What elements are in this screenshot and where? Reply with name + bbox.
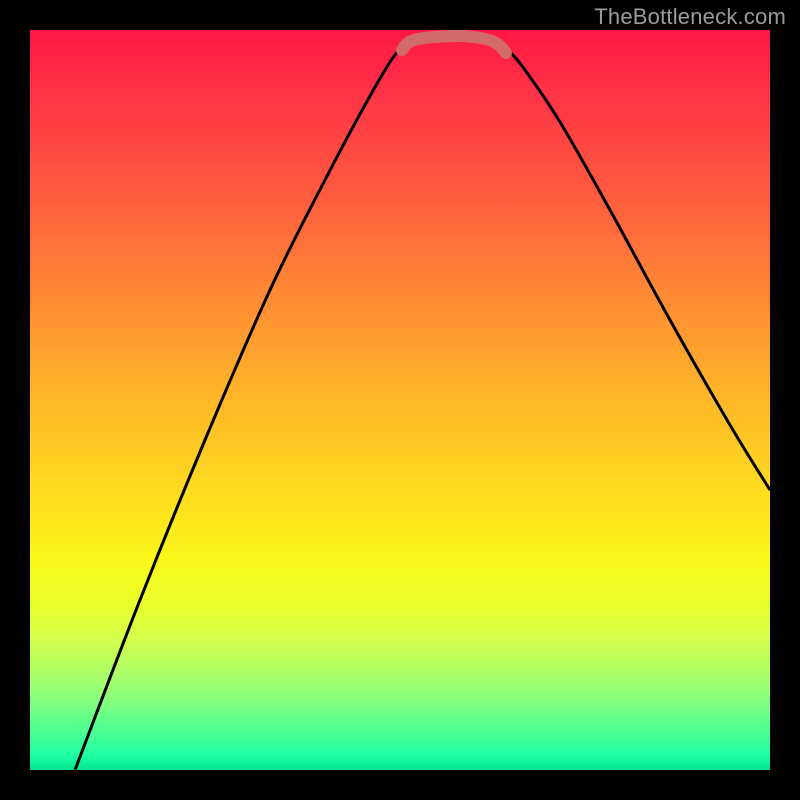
plot-area — [30, 30, 770, 770]
chart-frame: TheBottleneck.com — [0, 0, 800, 800]
optimal-zone-marker — [402, 36, 506, 53]
bottleneck-curve — [75, 34, 770, 770]
chart-svg — [30, 30, 770, 770]
watermark-text: TheBottleneck.com — [594, 4, 786, 30]
